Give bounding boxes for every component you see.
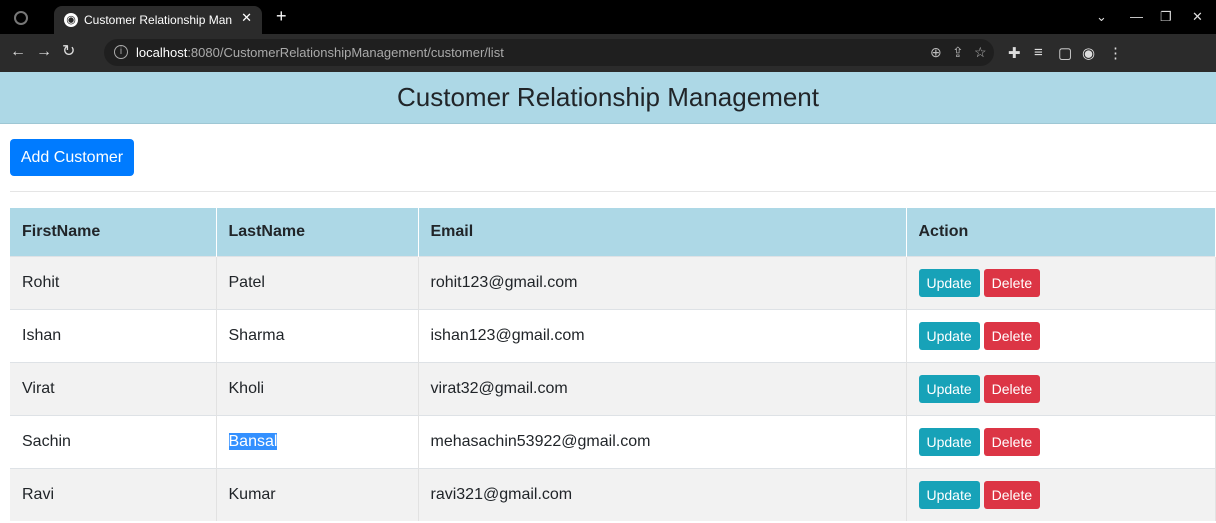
restore-icon[interactable]: ❐ [1160, 9, 1172, 25]
table-row: Sachin Bansal mehasachin53922@gmail.com … [10, 414, 1216, 468]
cell-action: Update Delete [906, 361, 1216, 415]
new-tab-button[interactable]: + [276, 7, 287, 25]
cell-email: virat32@gmail.com [418, 361, 907, 415]
cell-lastname: Kholi [216, 361, 419, 415]
page-header: Customer Relationship Management [0, 72, 1216, 124]
minimize-icon[interactable]: — [1130, 9, 1143, 24]
header-firstname: FirstName [10, 208, 217, 256]
add-customer-button[interactable]: Add Customer [10, 139, 134, 176]
delete-button[interactable]: Delete [983, 321, 1041, 350]
cell-email: ishan123@gmail.com [418, 308, 907, 362]
table-row: Rohit Patel rohit123@gmail.com Update Del… [10, 255, 1216, 309]
delete-button[interactable]: Delete [983, 374, 1041, 403]
header-lastname: LastName [216, 208, 419, 256]
update-button[interactable]: Update [918, 321, 980, 350]
table-row: Virat Kholi virat32@gmail.com Update Dele… [10, 361, 1216, 415]
delete-button[interactable]: Delete [983, 427, 1041, 456]
github-icon[interactable] [14, 11, 28, 25]
cell-firstname: Virat [10, 361, 217, 415]
forward-icon[interactable]: → [36, 44, 52, 60]
cell-firstname: Rohit [10, 255, 217, 309]
reading-list-icon[interactable]: ≡ [1034, 44, 1043, 61]
back-icon[interactable]: ← [10, 44, 26, 60]
info-icon[interactable]: i [114, 45, 128, 59]
update-button[interactable]: Update [918, 374, 980, 403]
cell-firstname: Ishan [10, 308, 217, 362]
cell-email: rohit123@gmail.com [418, 255, 907, 309]
url-host: localhost [136, 45, 188, 60]
divider [10, 191, 1216, 192]
cell-email: ravi321@gmail.com [418, 467, 907, 521]
browser-tab[interactable]: ◉ Customer Relationship Managem ✕ [54, 6, 262, 34]
extensions-icon[interactable]: ✚ [1008, 44, 1021, 62]
delete-button[interactable]: Delete [983, 480, 1041, 509]
side-panel-icon[interactable]: ▢ [1058, 44, 1072, 62]
selected-text: Bansal [228, 432, 278, 450]
table-row: Ishan Sharma ishan123@gmail.com Update De… [10, 308, 1216, 362]
cell-firstname: Sachin [10, 414, 217, 468]
cell-lastname: Patel [216, 255, 419, 309]
cell-action: Update Delete [906, 308, 1216, 362]
star-icon[interactable]: ☆ [974, 44, 987, 61]
url-path: :8080/CustomerRelationshipManagement/cus… [187, 45, 504, 60]
delete-button[interactable]: Delete [983, 268, 1041, 297]
header-email: Email [418, 208, 907, 256]
cell-lastname: Sharma [216, 308, 419, 362]
table-row: Ravi Kumar ravi321@gmail.com Update Delet… [10, 467, 1216, 521]
profile-icon[interactable]: ◉ [1082, 44, 1095, 62]
browser-tab-bar: ◉ Customer Relationship Managem ✕ + ⌄ — … [0, 0, 1216, 34]
zoom-icon[interactable]: ⊕ [930, 44, 942, 61]
share-icon[interactable]: ⇪ [952, 44, 964, 61]
cell-lastname: Kumar [216, 467, 419, 521]
tab-title: Customer Relationship Managem [84, 13, 232, 27]
update-button[interactable]: Update [918, 480, 980, 509]
reload-icon[interactable]: ↻ [62, 44, 75, 60]
cell-action: Update Delete [906, 467, 1216, 521]
cell-firstname: Ravi [10, 467, 217, 521]
page-title: Customer Relationship Management [397, 82, 819, 112]
cell-lastname: Bansal [216, 414, 419, 468]
chevron-down-icon[interactable]: ⌄ [1096, 9, 1107, 25]
cell-action: Update Delete [906, 255, 1216, 309]
address-bar[interactable]: i localhost:8080/CustomerRelationshipMan… [104, 39, 994, 66]
table-header-row: FirstName LastName Email Action [10, 208, 1216, 256]
tab-close-icon[interactable]: ✕ [241, 10, 252, 26]
update-button[interactable]: Update [918, 427, 980, 456]
globe-icon: ◉ [64, 13, 78, 27]
update-button[interactable]: Update [918, 268, 980, 297]
cell-email: mehasachin53922@gmail.com [418, 414, 907, 468]
cell-action: Update Delete [906, 414, 1216, 468]
menu-icon[interactable]: ⋮ [1108, 44, 1123, 62]
close-window-icon[interactable]: ✕ [1192, 9, 1203, 25]
customer-table: FirstName LastName Email Action Rohit Pa… [10, 208, 1216, 521]
header-action: Action [906, 208, 1216, 256]
url-text: localhost:8080/CustomerRelationshipManag… [136, 45, 504, 60]
